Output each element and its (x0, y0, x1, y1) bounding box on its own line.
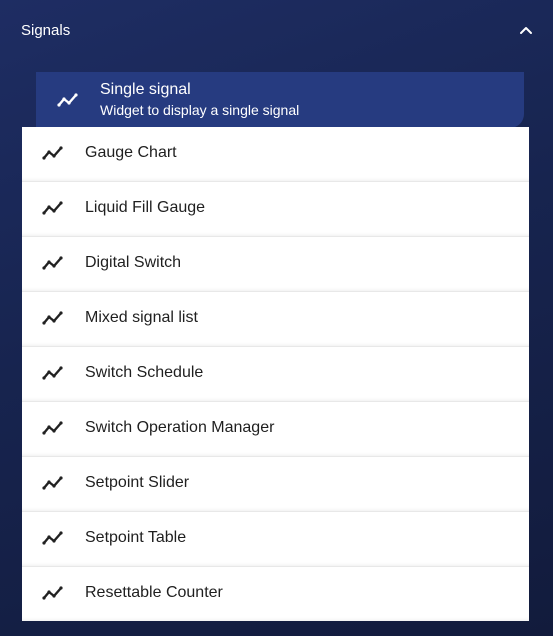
signals-section-header[interactable]: Signals (0, 0, 553, 62)
signal-line-icon (42, 201, 63, 215)
widget-list: Gauge Chart Liquid Fill Gauge Digital Sw… (22, 127, 529, 621)
widget-description: Widget to display a single signal (100, 102, 300, 118)
widget-label: Resettable Counter (85, 584, 223, 601)
chevron-up-icon[interactable] (518, 22, 534, 38)
signal-line-icon (42, 256, 63, 270)
widget-item-digital-switch[interactable]: Digital Switch (22, 237, 529, 292)
widget-item-setpoint-table[interactable]: Setpoint Table (22, 512, 529, 567)
signal-line-icon (42, 586, 63, 600)
widget-item-switch-operation-manager[interactable]: Switch Operation Manager (22, 402, 529, 457)
widget-item-switch-schedule[interactable]: Switch Schedule (22, 347, 529, 402)
widget-label: Liquid Fill Gauge (85, 199, 206, 216)
widget-label: Setpoint Slider (85, 474, 190, 491)
signal-line-icon (42, 146, 63, 160)
signal-line-icon (42, 421, 63, 435)
section-title: Signals (21, 22, 71, 39)
widget-label: Switch Operation Manager (85, 419, 275, 436)
signal-line-icon (42, 366, 63, 380)
widget-label: Digital Switch (85, 254, 182, 271)
signal-line-icon (42, 531, 63, 545)
widget-label: Switch Schedule (85, 364, 204, 381)
widget-item-single-signal[interactable]: Single signal Widget to display a single… (36, 72, 524, 128)
signal-line-icon (42, 476, 63, 490)
widget-item-setpoint-slider[interactable]: Setpoint Slider (22, 457, 529, 512)
signal-line-icon (57, 93, 78, 107)
widget-title: Single signal (100, 81, 191, 98)
widget-item-liquid-fill-gauge[interactable]: Liquid Fill Gauge (22, 182, 529, 237)
signal-line-icon (42, 311, 63, 325)
widget-label: Gauge Chart (85, 144, 177, 161)
widget-item-resettable-counter[interactable]: Resettable Counter (22, 567, 529, 621)
widget-label: Mixed signal list (85, 309, 198, 326)
widget-item-gauge-chart[interactable]: Gauge Chart (22, 127, 529, 182)
widget-label: Setpoint Table (85, 529, 187, 546)
widget-item-mixed-signal-list[interactable]: Mixed signal list (22, 292, 529, 347)
signals-panel: Signals Single signal Widget to display … (0, 0, 553, 636)
